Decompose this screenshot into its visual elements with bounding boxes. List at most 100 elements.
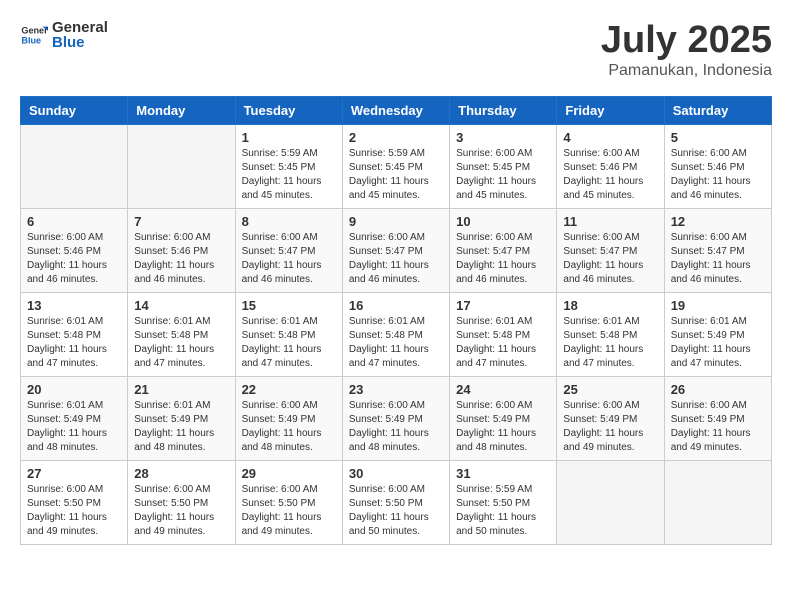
day-info: Sunrise: 6:01 AMSunset: 5:48 PMDaylight:…	[242, 315, 336, 371]
day-info: Sunrise: 6:01 AMSunset: 5:48 PMDaylight:…	[456, 315, 550, 371]
calendar-cell: 3 Sunrise: 6:00 AMSunset: 5:45 PMDaylight…	[450, 124, 557, 208]
day-number: 11	[563, 214, 657, 229]
day-number: 24	[456, 382, 550, 397]
day-info: Sunrise: 6:01 AMSunset: 5:49 PMDaylight:…	[27, 399, 121, 455]
day-info: Sunrise: 5:59 AMSunset: 5:45 PMDaylight:…	[242, 147, 336, 203]
calendar-cell: 17 Sunrise: 6:01 AMSunset: 5:48 PMDayligh…	[450, 292, 557, 376]
calendar-cell: 23 Sunrise: 6:00 AMSunset: 5:49 PMDayligh…	[342, 376, 449, 460]
calendar-cell	[21, 124, 128, 208]
day-number: 26	[671, 382, 765, 397]
day-info: Sunrise: 6:00 AMSunset: 5:49 PMDaylight:…	[563, 399, 657, 455]
day-info: Sunrise: 6:00 AMSunset: 5:50 PMDaylight:…	[349, 483, 443, 539]
day-info: Sunrise: 6:00 AMSunset: 5:49 PMDaylight:…	[242, 399, 336, 455]
calendar-cell: 9Sunrise: 6:00 AMSunset: 5:47 PMDaylight…	[342, 208, 449, 292]
calendar-cell: 29 Sunrise: 6:00 AMSunset: 5:50 PMDayligh…	[235, 460, 342, 544]
calendar-cell: 16Sunrise: 6:01 AMSunset: 5:48 PMDayligh…	[342, 292, 449, 376]
day-info: Sunrise: 6:01 AMSunset: 5:49 PMDaylight:…	[134, 399, 228, 455]
day-info: Sunrise: 6:00 AMSunset: 5:49 PMDaylight:…	[671, 399, 765, 455]
day-number: 10	[456, 214, 550, 229]
page-header: General Blue General Blue July 2025 Pama…	[20, 20, 772, 80]
calendar-cell: 13 Sunrise: 6:01 AMSunset: 5:48 PMDayligh…	[21, 292, 128, 376]
day-info: Sunrise: 6:00 AMSunset: 5:46 PMDaylight:…	[563, 147, 657, 203]
calendar-cell: 20 Sunrise: 6:01 AMSunset: 5:49 PMDayligh…	[21, 376, 128, 460]
day-number: 14	[134, 298, 228, 313]
day-number: 5	[671, 130, 765, 145]
day-info: Sunrise: 6:00 AMSunset: 5:46 PMDaylight:…	[27, 231, 121, 287]
calendar-cell	[664, 460, 771, 544]
day-number: 17	[456, 298, 550, 313]
weekday-header: Monday	[128, 96, 235, 124]
weekday-header: Thursday	[450, 96, 557, 124]
day-info: Sunrise: 6:00 AMSunset: 5:47 PMDaylight:…	[242, 231, 336, 287]
day-number: 18	[563, 298, 657, 313]
month-title: July 2025	[601, 20, 772, 62]
day-number: 9	[349, 214, 443, 229]
location-title: Pamanukan, Indonesia	[601, 62, 772, 80]
calendar-cell: 10 Sunrise: 6:00 AMSunset: 5:47 PMDayligh…	[450, 208, 557, 292]
day-info: Sunrise: 6:00 AMSunset: 5:47 PMDaylight:…	[563, 231, 657, 287]
day-number: 3	[456, 130, 550, 145]
day-number: 27	[27, 466, 121, 481]
day-info: Sunrise: 6:01 AMSunset: 5:48 PMDaylight:…	[349, 315, 443, 371]
day-info: Sunrise: 6:01 AMSunset: 5:49 PMDaylight:…	[671, 315, 765, 371]
logo-blue-text: Blue	[52, 35, 108, 50]
day-number: 6	[27, 214, 121, 229]
day-number: 12	[671, 214, 765, 229]
calendar-cell: 19 Sunrise: 6:01 AMSunset: 5:49 PMDayligh…	[664, 292, 771, 376]
calendar-cell: 2 Sunrise: 5:59 AMSunset: 5:45 PMDaylight…	[342, 124, 449, 208]
calendar-cell: 7Sunrise: 6:00 AMSunset: 5:46 PMDaylight…	[128, 208, 235, 292]
day-number: 29	[242, 466, 336, 481]
calendar-cell: 30Sunrise: 6:00 AMSunset: 5:50 PMDayligh…	[342, 460, 449, 544]
weekday-header: Sunday	[21, 96, 128, 124]
calendar-cell: 6 Sunrise: 6:00 AMSunset: 5:46 PMDaylight…	[21, 208, 128, 292]
day-number: 23	[349, 382, 443, 397]
calendar-cell: 26 Sunrise: 6:00 AMSunset: 5:49 PMDayligh…	[664, 376, 771, 460]
calendar-cell	[128, 124, 235, 208]
day-info: Sunrise: 6:00 AMSunset: 5:49 PMDaylight:…	[349, 399, 443, 455]
calendar-cell: 31Sunrise: 5:59 AMSunset: 5:50 PMDayligh…	[450, 460, 557, 544]
calendar-cell: 4Sunrise: 6:00 AMSunset: 5:46 PMDaylight…	[557, 124, 664, 208]
calendar-cell: 14 Sunrise: 6:01 AMSunset: 5:48 PMDayligh…	[128, 292, 235, 376]
calendar-cell	[557, 460, 664, 544]
day-number: 8	[242, 214, 336, 229]
calendar-cell: 24Sunrise: 6:00 AMSunset: 5:49 PMDayligh…	[450, 376, 557, 460]
calendar-cell: 8 Sunrise: 6:00 AMSunset: 5:47 PMDaylight…	[235, 208, 342, 292]
day-info: Sunrise: 6:00 AMSunset: 5:46 PMDaylight:…	[671, 147, 765, 203]
day-info: Sunrise: 6:00 AMSunset: 5:47 PMDaylight:…	[671, 231, 765, 287]
calendar-table: SundayMondayTuesdayWednesdayThursdayFrid…	[20, 96, 772, 545]
day-info: Sunrise: 6:00 AMSunset: 5:50 PMDaylight:…	[242, 483, 336, 539]
day-number: 25	[563, 382, 657, 397]
calendar-cell: 15 Sunrise: 6:01 AMSunset: 5:48 PMDayligh…	[235, 292, 342, 376]
day-info: Sunrise: 6:00 AMSunset: 5:50 PMDaylight:…	[27, 483, 121, 539]
calendar-cell: 12 Sunrise: 6:00 AMSunset: 5:47 PMDayligh…	[664, 208, 771, 292]
day-number: 1	[242, 130, 336, 145]
day-info: Sunrise: 6:01 AMSunset: 5:48 PMDaylight:…	[134, 315, 228, 371]
day-number: 20	[27, 382, 121, 397]
day-number: 13	[27, 298, 121, 313]
day-info: Sunrise: 5:59 AMSunset: 5:50 PMDaylight:…	[456, 483, 550, 539]
day-info: Sunrise: 6:00 AMSunset: 5:50 PMDaylight:…	[134, 483, 228, 539]
day-info: Sunrise: 6:00 AMSunset: 5:45 PMDaylight:…	[456, 147, 550, 203]
calendar-cell: 22Sunrise: 6:00 AMSunset: 5:49 PMDayligh…	[235, 376, 342, 460]
day-info: Sunrise: 6:00 AMSunset: 5:47 PMDaylight:…	[456, 231, 550, 287]
logo: General Blue General Blue	[20, 20, 108, 50]
calendar-cell: 18Sunrise: 6:01 AMSunset: 5:48 PMDayligh…	[557, 292, 664, 376]
logo-general-text: General	[52, 20, 108, 35]
calendar-cell: 25 Sunrise: 6:00 AMSunset: 5:49 PMDayligh…	[557, 376, 664, 460]
weekday-header: Friday	[557, 96, 664, 124]
day-info: Sunrise: 6:01 AMSunset: 5:48 PMDaylight:…	[27, 315, 121, 371]
day-number: 7	[134, 214, 228, 229]
svg-text:Blue: Blue	[21, 35, 41, 45]
calendar-cell: 21 Sunrise: 6:01 AMSunset: 5:49 PMDayligh…	[128, 376, 235, 460]
day-number: 21	[134, 382, 228, 397]
day-number: 28	[134, 466, 228, 481]
day-number: 15	[242, 298, 336, 313]
weekday-header: Tuesday	[235, 96, 342, 124]
day-number: 19	[671, 298, 765, 313]
weekday-header: Wednesday	[342, 96, 449, 124]
calendar-cell: 5 Sunrise: 6:00 AMSunset: 5:46 PMDaylight…	[664, 124, 771, 208]
calendar-cell: 1 Sunrise: 5:59 AMSunset: 5:45 PMDaylight…	[235, 124, 342, 208]
day-info: Sunrise: 5:59 AMSunset: 5:45 PMDaylight:…	[349, 147, 443, 203]
day-number: 2	[349, 130, 443, 145]
logo-icon: General Blue	[20, 21, 48, 49]
